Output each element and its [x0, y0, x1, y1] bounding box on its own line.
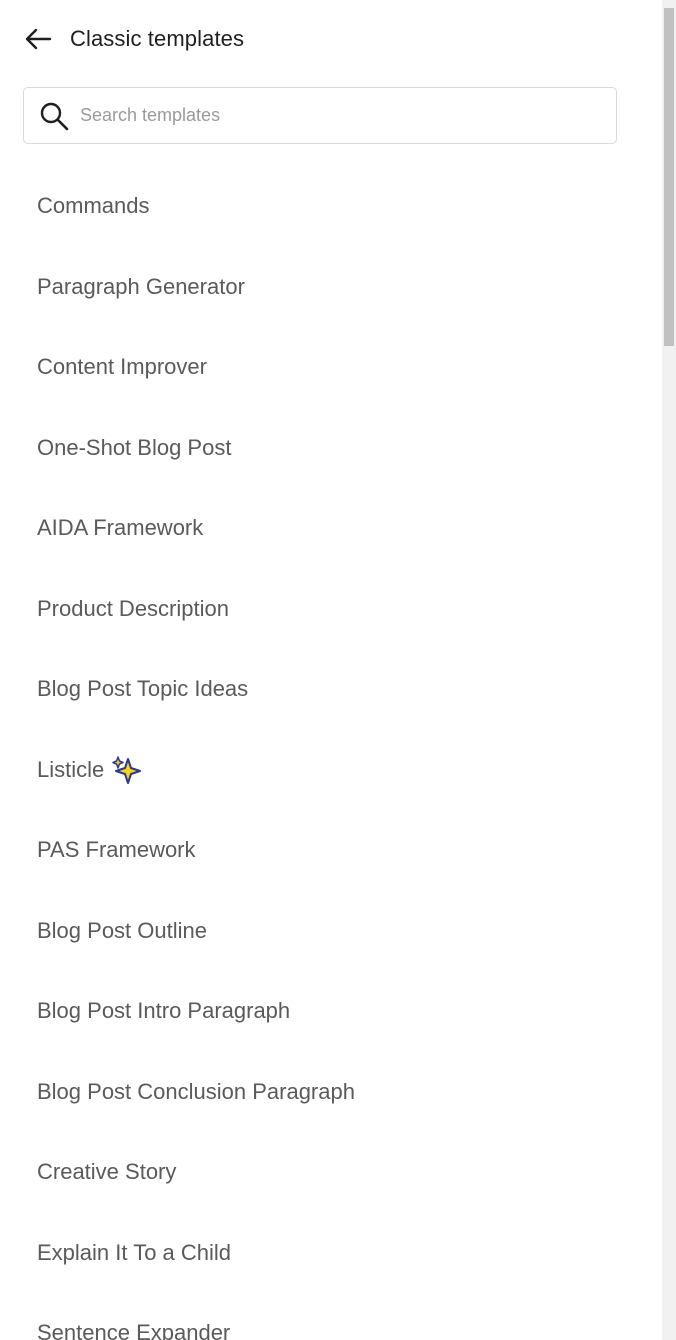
template-item-label: Sentence Expander: [37, 1320, 231, 1340]
template-item[interactable]: Sentence Expander: [0, 1293, 662, 1340]
page-title: Classic templates: [70, 26, 245, 51]
template-item[interactable]: Content Improver: [0, 327, 662, 408]
template-item[interactable]: Blog Post Intro Paragraph: [0, 971, 662, 1052]
template-item-label: Blog Post Outline: [37, 917, 207, 943]
template-item-label: Content Improver: [37, 354, 207, 380]
template-item-label: Creative Story: [37, 1159, 177, 1185]
template-item[interactable]: PAS Framework: [0, 810, 662, 891]
template-list: Commands Paragraph Generator Content Impro…: [0, 166, 662, 1340]
search-box[interactable]: [23, 87, 617, 144]
scrollbar-thumb[interactable]: [664, 8, 674, 346]
header: Classic templates: [24, 22, 244, 56]
back-button[interactable]: [22, 23, 54, 55]
template-item-label: Blog Post Conclusion Paragraph: [37, 1078, 355, 1104]
template-item[interactable]: Commands: [0, 166, 662, 247]
template-item[interactable]: Listicle: [0, 730, 662, 811]
template-item-label: PAS Framework: [37, 837, 196, 863]
search-input[interactable]: [80, 105, 600, 126]
template-item[interactable]: Product Description: [0, 569, 662, 650]
template-item-label: Blog Post Intro Paragraph: [37, 998, 291, 1024]
search-icon: [38, 100, 70, 132]
template-item[interactable]: Blog Post Outline: [0, 891, 662, 972]
template-item-label: Product Description: [37, 595, 229, 621]
template-item[interactable]: Paragraph Generator: [0, 247, 662, 328]
scrollbar-track[interactable]: [662, 0, 676, 1340]
template-item[interactable]: Creative Story: [0, 1132, 662, 1213]
template-item[interactable]: Blog Post Topic Ideas: [0, 649, 662, 730]
template-item-label: AIDA Framework: [37, 515, 204, 541]
template-item[interactable]: Explain It To a Child: [0, 1213, 662, 1294]
template-item-label: Paragraph Generator: [37, 273, 245, 299]
sparkle-icon: [112, 756, 142, 784]
template-item-label: Blog Post Topic Ideas: [37, 676, 249, 702]
template-item-label: Listicle: [37, 756, 105, 782]
template-item-label: Explain It To a Child: [37, 1239, 232, 1265]
template-item[interactable]: One-Shot Blog Post: [0, 408, 662, 489]
arrow-left-icon: [25, 28, 52, 50]
template-item[interactable]: AIDA Framework: [0, 488, 662, 569]
templates-panel: Classic templates Commands Paragraph Gene…: [0, 0, 662, 1340]
template-item-label: Commands: [37, 193, 150, 219]
template-item[interactable]: Blog Post Conclusion Paragraph: [0, 1052, 662, 1133]
template-item-label: One-Shot Blog Post: [37, 434, 232, 460]
